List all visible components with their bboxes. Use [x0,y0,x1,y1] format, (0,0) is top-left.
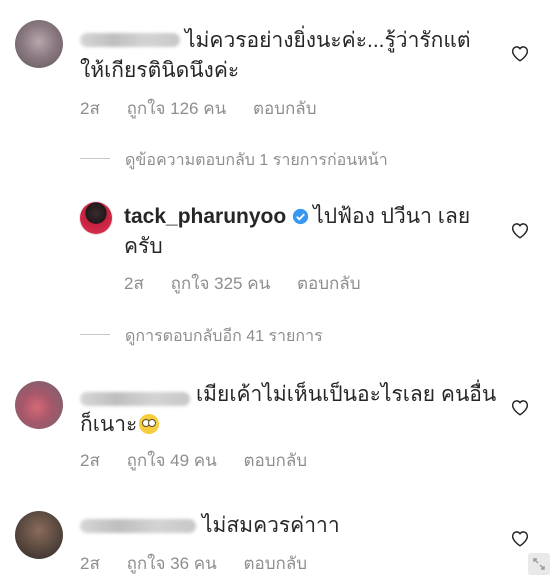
heart-icon[interactable] [510,44,530,62]
username-redacted[interactable] [80,519,196,533]
comment-text: ไม่ควรอย่างยิ่งนะค่ะ...รู้ว่ารักแต่ [185,29,471,52]
likes-count[interactable]: ถูกใจ 325 คน [171,274,271,293]
reply-text: ไปฟ้อง ปวีนา เลย [313,205,471,228]
heart-icon[interactable] [510,221,530,239]
avatar[interactable] [15,511,63,559]
username[interactable]: tack_pharunyoo [124,205,286,228]
divider [80,334,110,335]
avatar[interactable] [80,202,112,234]
comment-time: 2ส [80,451,100,470]
comment-text: ครับ [124,235,163,258]
comment-text: เมียเค้าไม่เห็นเป็นอะไรเลย คนอื่น [196,383,497,406]
username-redacted[interactable] [80,33,180,47]
avatar[interactable] [15,381,63,429]
comment-text-line: ก็เนาะ [80,413,138,436]
username-redacted[interactable] [80,392,190,406]
comment-time: 2ส [124,274,144,293]
view-more-replies[interactable]: ดูการตอบกลับอีก 41 รายการ [125,324,323,349]
likes-count[interactable]: ถูกใจ 126 คน [127,99,227,118]
heart-icon[interactable] [510,529,530,547]
comment-time: 2ส [80,554,100,573]
reply-button[interactable]: ตอบกลับ [253,99,317,118]
comment-meta: 2ส ถูกใจ 36 คน ตอบกลับ [80,550,329,577]
verified-badge-icon [293,208,309,225]
heart-icon[interactable] [510,398,530,416]
comment-time: 2ส [80,99,100,118]
divider [80,158,110,159]
eye-roll-emoji-icon [139,414,160,434]
likes-count[interactable]: ถูกใจ 49 คน [127,451,217,470]
comment-text: ให้เกียรตินิดนึงค่ะ [80,59,240,82]
view-previous-replies[interactable]: ดูข้อความตอบกลับ 1 รายการก่อนหน้า [125,148,388,173]
comment-text: tack_pharunyoo ไปฟ้อง ปวีนา เลย [124,201,470,232]
reply-button[interactable]: ตอบกลับ [244,451,308,470]
reply-button[interactable]: ตอบกลับ [297,274,361,293]
comment-meta: 2ส ถูกใจ 325 คน ตอบกลับ [124,270,383,297]
comment-meta: 2ส ถูกใจ 49 คน ตอบกลับ [80,447,329,474]
reply-button[interactable]: ตอบกลับ [244,554,308,573]
comment-meta: 2ส ถูกใจ 126 คน ตอบกลับ [80,95,339,122]
likes-count[interactable]: ถูกใจ 36 คน [127,554,217,573]
expand-icon[interactable] [528,553,550,575]
comment-text: ก็เนาะ [80,409,160,440]
avatar[interactable] [15,20,63,68]
comment-text: ไม่สมควรค่าาา [202,514,340,537]
